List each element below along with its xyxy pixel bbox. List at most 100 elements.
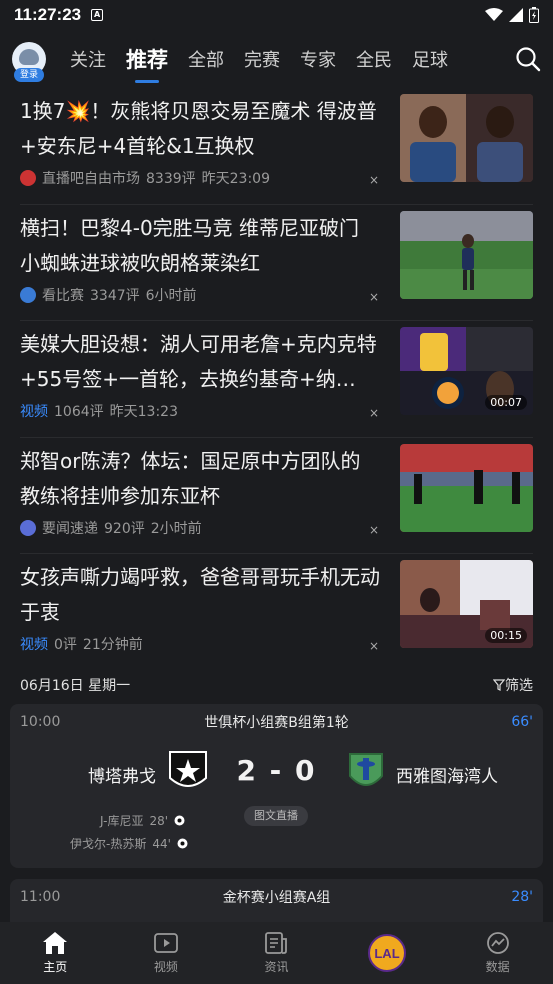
- news-title[interactable]: 美媒大胆设想：湖人可用老詹+克内克特+55号签+一首轮，去换约基奇+纳…: [20, 327, 380, 397]
- status-icons: [485, 7, 539, 23]
- nav-lakers[interactable]: LAL: [332, 922, 443, 984]
- goal-scorer: 伊戈尔-热苏斯 44': [70, 835, 188, 852]
- filter-button[interactable]: 筛选: [492, 675, 533, 695]
- scorer-minute: 28': [149, 813, 169, 828]
- schedule-date: 06月16日 星期一: [20, 678, 131, 694]
- nav-news[interactable]: 资讯: [221, 922, 332, 984]
- avatar-face-icon: [19, 49, 39, 65]
- news-thumbnail[interactable]: [400, 210, 533, 299]
- news-title[interactable]: 1换7💥！灰熊将贝恩交易至魔术 得波普+安东尼+4首轮&1互换权: [20, 94, 380, 164]
- news-meta: 视频 1064评 昨天13:23: [20, 401, 178, 421]
- dismiss-close-icon[interactable]: ×: [369, 639, 379, 653]
- video-duration: 00:15: [485, 628, 527, 643]
- source-logo-icon: [20, 519, 36, 536]
- news-item[interactable]: 郑智or陈涛？体坛：国足原中方团队的教练将挂帅参加东亚杯 要闻速递 920评 2…: [0, 438, 553, 554]
- tab-public[interactable]: 全民: [346, 46, 402, 72]
- news-time: 6小时前: [145, 287, 197, 304]
- news-icon: [265, 932, 288, 954]
- news-comments: 1064评: [54, 404, 104, 420]
- news-title[interactable]: 郑智or陈涛？体坛：国足原中方团队的教练将挂帅参加东亚杯: [20, 444, 380, 514]
- news-title[interactable]: 横扫！巴黎4-0完胜马竞 维蒂尼亚破门 小蜘蛛进球被吹朗格莱染红: [20, 211, 380, 281]
- notification-a-icon: A: [91, 9, 104, 21]
- video-thumbnail[interactable]: 00:07: [400, 327, 533, 415]
- news-time: 昨天23:09: [201, 171, 270, 187]
- status-time: 11:27:23: [14, 5, 82, 24]
- news-meta: 直播吧自由市场 8339评 昨天23:09: [20, 168, 270, 188]
- news-source: 要闻速递: [42, 520, 98, 537]
- news-comments: 3347评: [90, 287, 140, 304]
- data-icon: [486, 932, 509, 954]
- battery-icon: [529, 7, 539, 23]
- dismiss-close-icon[interactable]: ×: [369, 173, 379, 187]
- nav-video-label: 视频: [153, 960, 178, 974]
- tab-finished[interactable]: 完赛: [234, 46, 290, 72]
- news-comments: 0评: [54, 637, 77, 653]
- news-video-tag: 视频: [20, 404, 48, 420]
- tab-all[interactable]: 全部: [178, 46, 234, 72]
- dismiss-close-icon[interactable]: ×: [369, 406, 379, 420]
- login-badge[interactable]: 登录: [14, 68, 44, 82]
- schedule-date-bar: 06月16日 星期一 筛选: [0, 666, 553, 704]
- top-nav: 登录 关注 推荐 全部 完赛 专家 全民 足球: [0, 30, 553, 88]
- match-card[interactable]: 10:00 世俱杯小组赛B组第1轮 66' 博塔弗戈 2 - 0 西雅图海湾人 …: [10, 704, 543, 868]
- nav-data-label: 数据: [485, 960, 510, 974]
- nav-data[interactable]: 数据: [442, 922, 553, 984]
- news-time: 21分钟前: [82, 637, 143, 653]
- news-video-tag: 视频: [20, 637, 48, 653]
- news-item[interactable]: 美媒大胆设想：湖人可用老詹+克内克特+55号签+一首轮，去换约基奇+纳… 视频 …: [0, 321, 553, 438]
- video-icon: [153, 933, 178, 953]
- text-live-button[interactable]: 图文直播: [244, 806, 308, 826]
- news-item[interactable]: 女孩声嘶力竭呼救，爸爸哥哥玩手机无动于衷 视频 0评 21分钟前 × 00:15: [0, 554, 553, 671]
- news-item[interactable]: 横扫！巴黎4-0完胜马竞 维蒂尼亚破门 小蜘蛛进球被吹朗格莱染红 看比赛 334…: [0, 205, 553, 321]
- search-icon[interactable]: [515, 46, 541, 72]
- signal-icon: [509, 8, 523, 22]
- category-tabs: 关注 推荐 全部 完赛 专家 全民 足球: [60, 44, 458, 83]
- scorer-name: J-库尼亚: [100, 814, 144, 828]
- source-logo-icon: [20, 170, 36, 186]
- seattle-crest-icon: [349, 753, 383, 786]
- news-comments: 8339评: [146, 171, 196, 187]
- news-source: 看比赛: [42, 287, 84, 304]
- avatar[interactable]: 登录: [12, 42, 46, 82]
- news-time: 2小时前: [150, 520, 202, 537]
- soccer-ball-icon: [174, 815, 185, 826]
- news-thumbnail[interactable]: [400, 443, 533, 532]
- news-item[interactable]: 1换7💥！灰熊将贝恩交易至魔术 得波普+安东尼+4首轮&1互换权 直播吧自由市场…: [0, 88, 553, 205]
- video-thumbnail[interactable]: 00:15: [400, 560, 533, 648]
- bottom-nav: 主页 视频 资讯 LAL 数据: [0, 922, 553, 984]
- home-icon: [43, 932, 68, 954]
- tab-recommend[interactable]: 推荐: [116, 44, 178, 83]
- news-thumbnail[interactable]: [400, 94, 533, 182]
- away-team-name: 西雅图海湾人: [396, 767, 498, 787]
- dismiss-close-icon[interactable]: ×: [369, 523, 379, 537]
- tab-football[interactable]: 足球: [402, 46, 458, 72]
- match-league: 世俱杯小组赛B组第1轮: [204, 715, 349, 731]
- news-meta: 视频 0评 21分钟前: [20, 634, 143, 654]
- match-header: 11:00 金杯赛小组赛A组 28': [10, 879, 543, 915]
- goal-scorer: J-库尼亚 28': [100, 812, 185, 829]
- filter-icon: [492, 679, 506, 691]
- wifi-icon: [485, 8, 503, 21]
- tab-follow[interactable]: 关注: [60, 46, 116, 72]
- news-meta: 看比赛 3347评 6小时前: [20, 285, 197, 305]
- news-comments: 920评: [104, 520, 145, 537]
- news-title[interactable]: 女孩声嘶力竭呼救，爸爸哥哥玩手机无动于衷: [20, 560, 380, 630]
- soccer-ball-icon: [177, 838, 188, 849]
- news-meta: 要闻速递 920评 2小时前: [20, 518, 202, 538]
- status-bar: 11:27:23 A: [0, 0, 553, 30]
- news-source: 直播吧自由市场: [42, 171, 140, 187]
- scorer-minute: 44': [152, 836, 171, 851]
- dismiss-close-icon[interactable]: ×: [369, 290, 379, 304]
- video-duration: 00:07: [485, 395, 527, 410]
- filter-label: 筛选: [505, 678, 533, 694]
- nav-video[interactable]: 视频: [111, 922, 222, 984]
- nav-home[interactable]: 主页: [0, 922, 111, 984]
- news-list: 1换7💥！灰熊将贝恩交易至魔术 得波普+安东尼+4首轮&1互换权 直播吧自由市场…: [0, 88, 553, 671]
- tab-experts[interactable]: 专家: [290, 46, 346, 72]
- nav-home-label: 主页: [43, 960, 68, 974]
- scorer-name: 伊戈尔-热苏斯: [70, 837, 147, 851]
- match-league: 金杯赛小组赛A组: [222, 890, 331, 906]
- lakers-logo: LAL: [368, 934, 407, 972]
- source-logo-icon: [20, 286, 36, 303]
- match-teams: 博塔弗戈 2 - 0 西雅图海湾人: [10, 740, 543, 810]
